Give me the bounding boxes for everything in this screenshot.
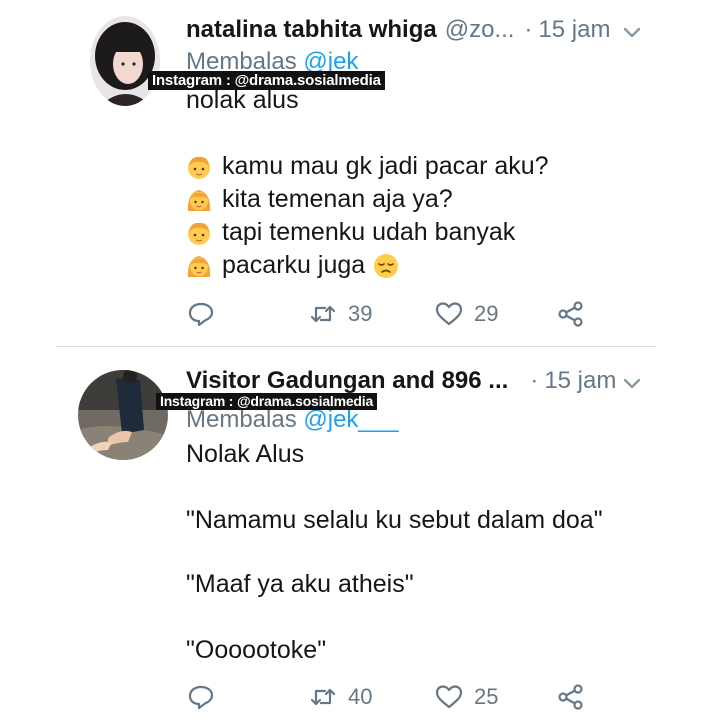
line-text: "Namamu selalu ku sebut dalam doa" [186, 506, 603, 534]
more-options-button[interactable] [618, 18, 646, 46]
text-line: Nolak Alus [186, 440, 304, 469]
share-button[interactable] [556, 296, 586, 332]
chevron-down-icon [623, 27, 641, 38]
tweet-actions: 40 25 [186, 679, 606, 715]
tweet-header: natalina tabhita whiga @zo... · 15 jam [186, 12, 640, 48]
line-text: kamu mau gk jadi pacar aku? [222, 152, 549, 180]
text-line: nolak alus [186, 86, 299, 115]
line-text: nolak alus [186, 86, 299, 114]
display-name[interactable]: natalina tabhita whiga [186, 16, 437, 44]
like-icon [435, 302, 463, 326]
tweet[interactable]: Visitor Gadungan and 896 ... · 15 jam Me… [0, 348, 720, 720]
girl-emoji [187, 255, 211, 277]
line-text: kita temenan aja ya? [222, 185, 453, 213]
avatar[interactable] [78, 370, 168, 460]
like-button[interactable]: 29 [434, 296, 498, 332]
reply-prefix: Membalas [186, 406, 297, 433]
timestamp[interactable]: 15 jam [538, 16, 610, 44]
reply-mention[interactable]: @jek___ [303, 406, 398, 433]
timeline: natalina tabhita whiga @zo... · 15 jam M… [0, 0, 720, 720]
line-text: tapi temenku udah banyak [222, 218, 516, 246]
boy-emoji [188, 222, 210, 245]
tweet-actions: 39 29 [186, 296, 606, 332]
chevron-down-icon [623, 378, 641, 389]
share-icon [558, 301, 583, 327]
timestamp[interactable]: 15 jam [544, 367, 616, 395]
share-button[interactable] [556, 679, 586, 715]
retweet-icon [310, 305, 336, 323]
like-count: 25 [474, 684, 499, 709]
text-line: tapi temenku udah banyak [186, 218, 515, 247]
line-text: "Oooootoke" [186, 636, 327, 664]
disappointed-emoji [374, 253, 399, 278]
boy-emoji [188, 156, 210, 179]
text-line: "Oooootoke" [186, 636, 326, 665]
like-icon [435, 685, 463, 709]
retweet-count: 40 [348, 684, 373, 709]
share-icon [558, 684, 583, 710]
line-text: pacarku juga [222, 251, 366, 279]
text-line: "Namamu selalu ku sebut dalam doa" [186, 506, 603, 535]
text-line: kita temenan aja ya? [186, 185, 453, 214]
retweet-button[interactable]: 40 [308, 679, 372, 715]
like-button[interactable]: 25 [434, 679, 498, 715]
divider [56, 346, 656, 347]
text-line: pacarku juga [186, 251, 399, 280]
avatar[interactable] [90, 16, 160, 106]
like-count: 29 [474, 301, 499, 326]
tweet[interactable]: natalina tabhita whiga @zo... · 15 jam M… [0, 0, 720, 346]
replying-to: Membalas @jek___ [186, 406, 398, 434]
more-options-button[interactable] [618, 369, 646, 397]
text-line: "Maaf ya aku atheis" [186, 570, 414, 599]
line-text: "Maaf ya aku atheis" [186, 570, 414, 598]
text-line: kamu mau gk jadi pacar aku? [186, 152, 549, 181]
display-name[interactable]: Visitor Gadungan and 896 ... [186, 367, 508, 395]
reply-button[interactable] [186, 296, 216, 332]
watermark: Instagram : @drama.sosialmedia [148, 71, 385, 90]
separator: · [530, 367, 539, 394]
reply-icon [188, 302, 214, 327]
line-text: Nolak Alus [186, 440, 305, 468]
retweet-button[interactable]: 39 [308, 296, 372, 332]
retweet-icon [310, 688, 336, 706]
reply-icon [188, 685, 214, 710]
user-handle[interactable]: @zo... [445, 16, 515, 44]
retweet-count: 39 [348, 301, 373, 326]
separator: · [524, 16, 533, 43]
watermark: Instagram : @drama.sosialmedia [156, 393, 378, 410]
reply-button[interactable] [186, 679, 216, 715]
girl-emoji [187, 189, 211, 211]
